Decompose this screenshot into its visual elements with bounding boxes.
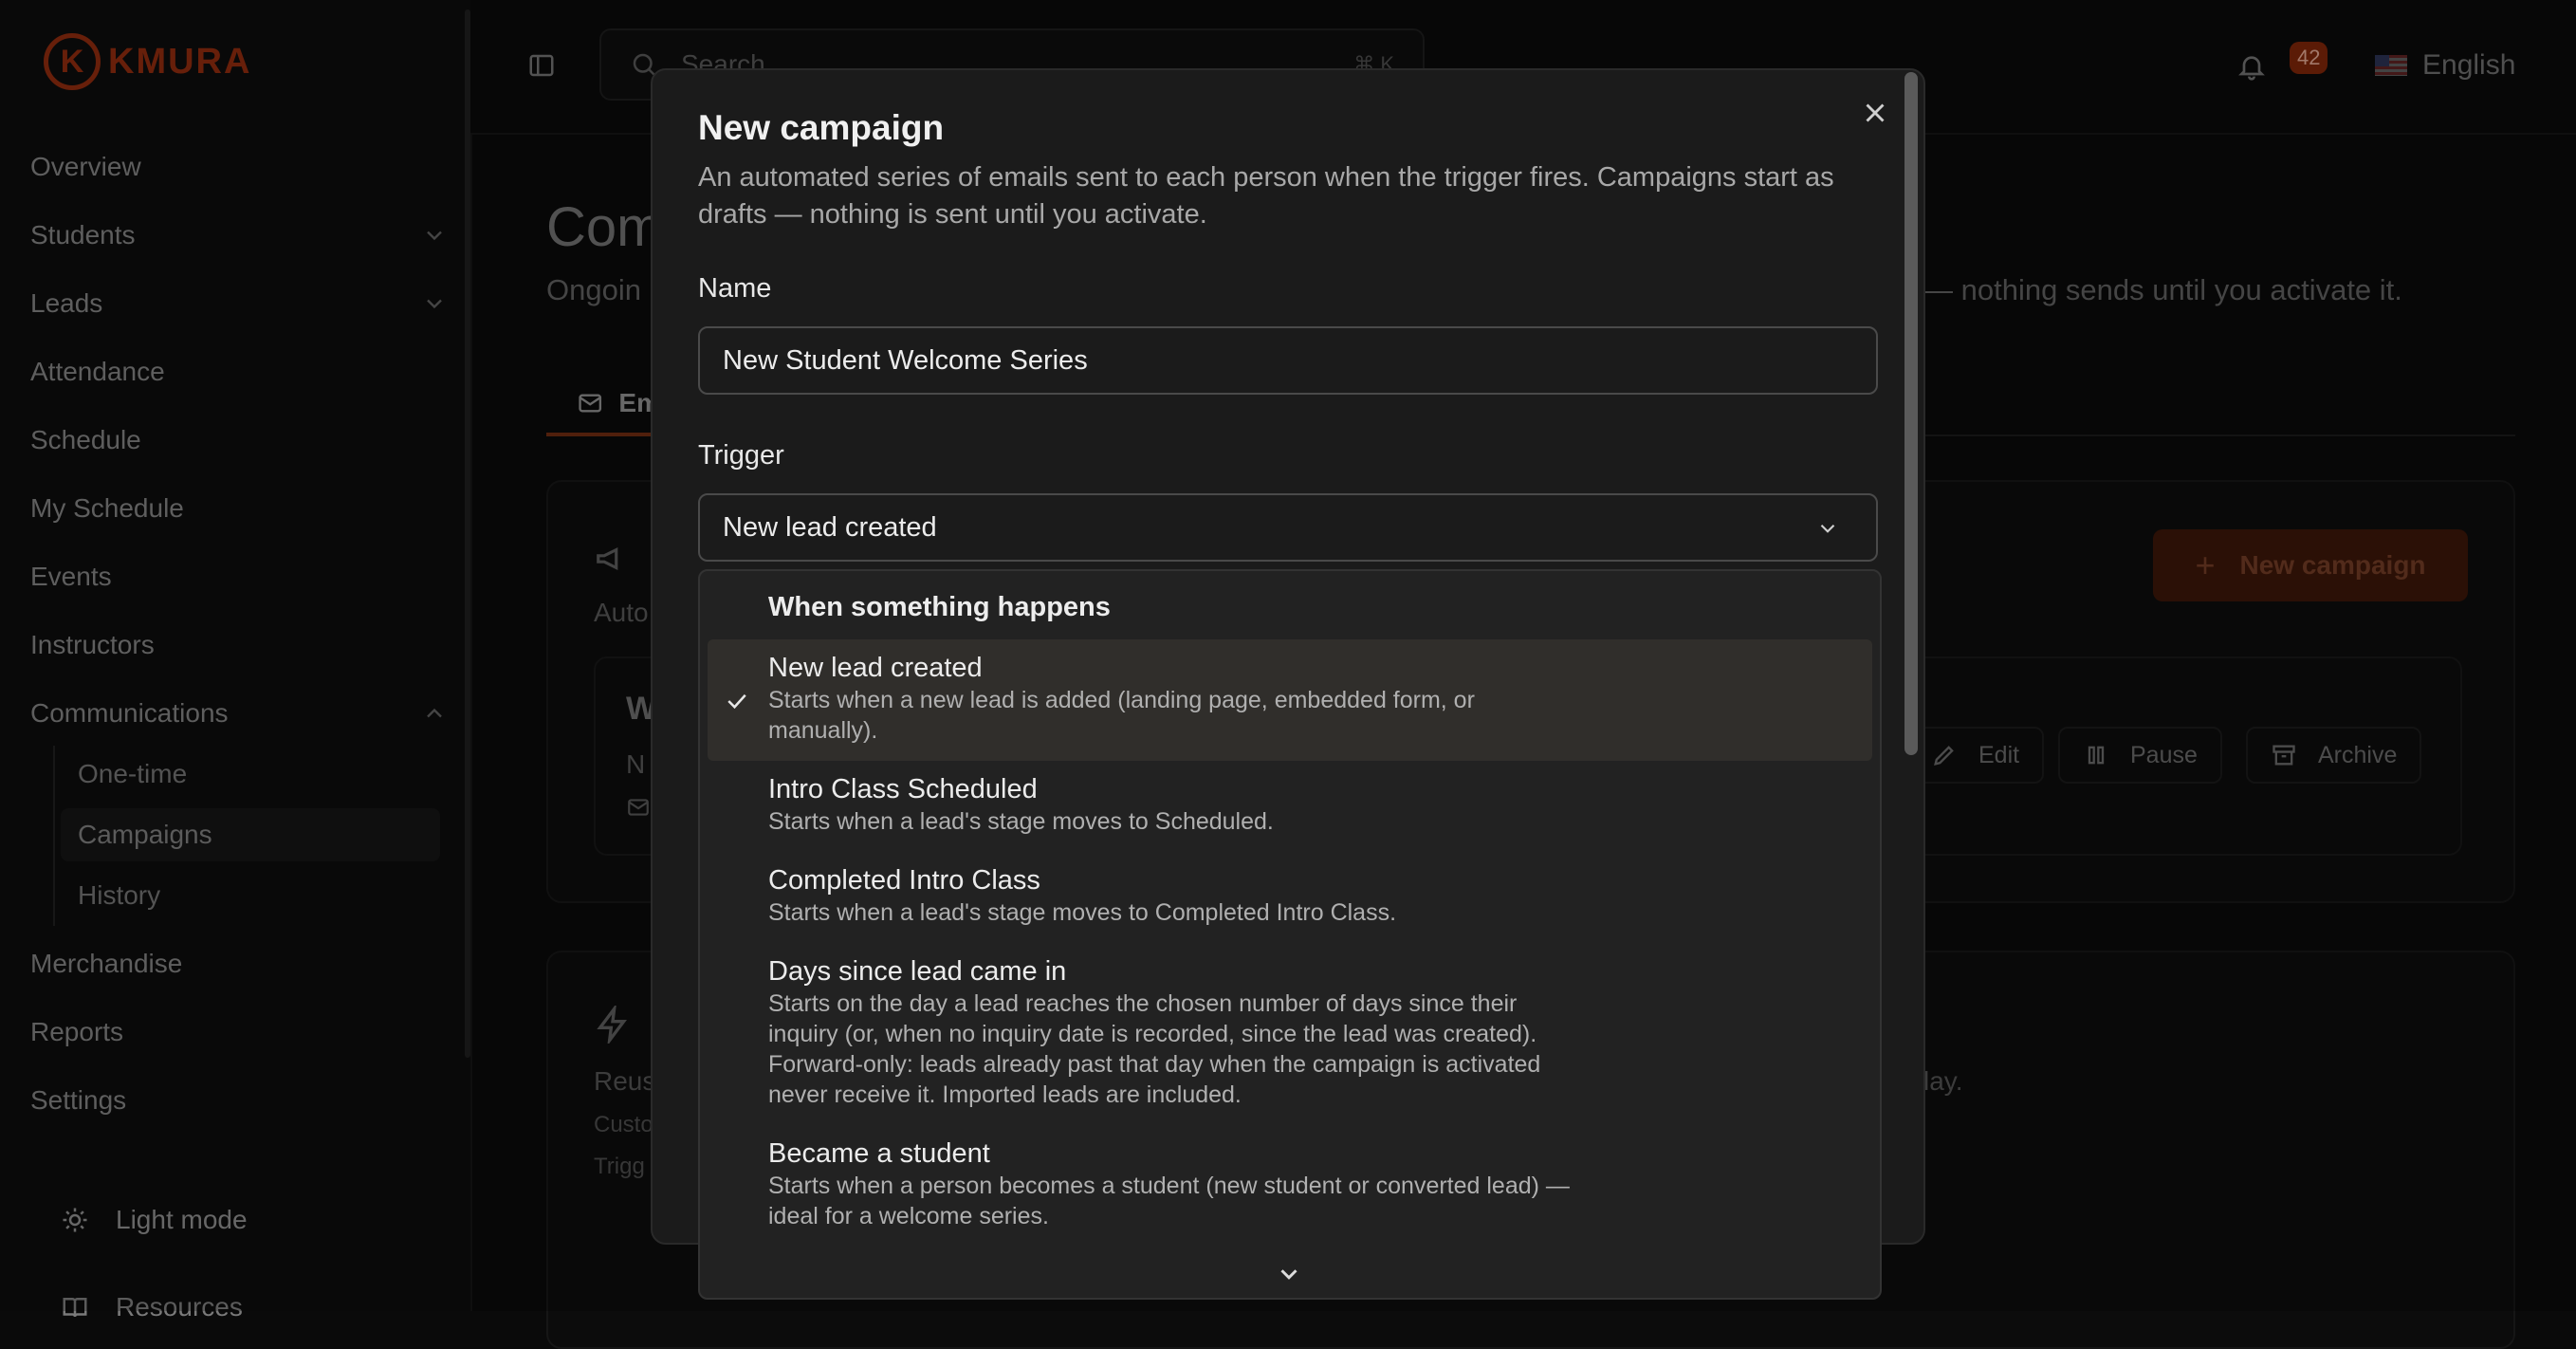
name-value: New Student Welcome Series bbox=[723, 344, 1088, 376]
option-title: Intro Class Scheduled bbox=[768, 774, 1038, 804]
dropdown-group-heading: When something happens bbox=[768, 592, 1111, 622]
name-label: Name bbox=[698, 273, 772, 304]
trigger-select[interactable]: New lead created bbox=[698, 493, 1878, 562]
name-field[interactable]: New Student Welcome Series bbox=[698, 326, 1878, 395]
option-description: Starts on the day a lead reaches the cho… bbox=[768, 990, 1541, 1108]
chevron-down-icon bbox=[1820, 524, 1835, 533]
scroll-down-chevron-icon[interactable] bbox=[1275, 1260, 1303, 1288]
dialog-title: New campaign bbox=[698, 108, 945, 147]
option-title: New lead created bbox=[768, 653, 983, 683]
check-icon bbox=[727, 693, 746, 710]
option-title: Completed Intro Class bbox=[768, 865, 1040, 896]
trigger-option-completed-intro-class[interactable]: Completed Intro Class Starts when a lead… bbox=[708, 863, 1872, 928]
trigger-option-days-since-lead[interactable]: Days since lead came in Starts on the da… bbox=[708, 954, 1872, 1110]
option-description: Starts when a lead's stage moves to Sche… bbox=[768, 808, 1274, 835]
option-title: Became a student bbox=[768, 1138, 990, 1169]
trigger-value: New lead created bbox=[723, 511, 937, 543]
dialog-description: An automated series of emails sent to ea… bbox=[698, 162, 1834, 230]
option-description: Starts when a new lead is added (landing… bbox=[768, 687, 1475, 744]
trigger-option-intro-class-scheduled[interactable]: Intro Class Scheduled Starts when a lead… bbox=[708, 772, 1872, 837]
option-description: Starts when a lead's stage moves to Comp… bbox=[768, 899, 1397, 926]
trigger-option-became-a-student[interactable]: Became a student Starts when a person be… bbox=[708, 1136, 1872, 1231]
trigger-label: Trigger bbox=[698, 440, 784, 471]
option-description: Starts when a person becomes a student (… bbox=[768, 1173, 1570, 1229]
trigger-option-new-lead-created[interactable]: New lead created Starts when a new lead … bbox=[708, 639, 1872, 761]
close-icon[interactable] bbox=[1859, 97, 1891, 129]
option-title: Days since lead came in bbox=[768, 956, 1067, 987]
dialog-scrollbar[interactable] bbox=[1904, 72, 1918, 755]
